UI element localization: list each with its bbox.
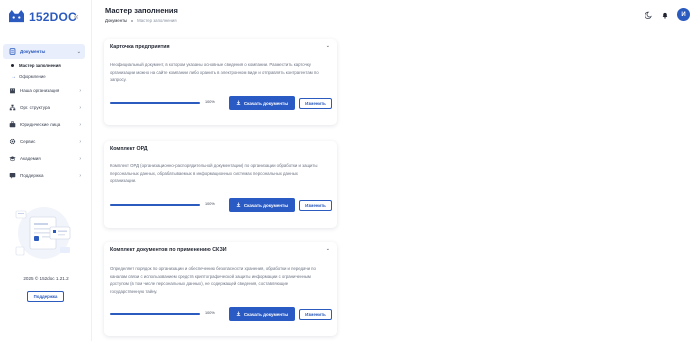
sidebar-item-service[interactable]: Сервис ›	[3, 133, 85, 150]
progress-percent: 100%	[205, 311, 215, 315]
card-skzi-kit: Комплект документов по применению СКЗИ ⌄…	[104, 242, 337, 336]
chevron-right-icon: ›	[79, 172, 81, 179]
card-ord-kit: Комплект ОРД Комплект ОРД (организационн…	[104, 141, 337, 228]
chevron-right-icon: ›	[79, 121, 81, 128]
service-icon	[9, 138, 16, 145]
sidebar-item-documents[interactable]: Документы ⌄	[3, 44, 85, 59]
document-icon	[9, 48, 16, 55]
logo-text: 152DOC	[29, 9, 77, 24]
card-description: Комплект ОРД (организационно-распорядите…	[110, 163, 318, 183]
download-icon	[236, 311, 241, 317]
sidebar-item-org-structure[interactable]: Орг. структура ›	[3, 99, 85, 116]
building-icon	[9, 87, 16, 94]
card-actions: 100% Скачать документы Изменить	[110, 307, 332, 321]
logo[interactable]: 152DOC	[7, 9, 77, 24]
sidebar-item-support[interactable]: Поддержка ›	[3, 167, 85, 184]
documents-illustration	[15, 207, 71, 259]
sidebar-item-label: Академия	[20, 156, 41, 161]
chevron-right-icon: ›	[79, 155, 81, 162]
progress-fill	[110, 313, 200, 315]
card-title: Комплект ОРД	[110, 146, 148, 152]
user-avatar[interactable]: И	[677, 8, 690, 21]
progress-fill	[110, 102, 200, 104]
sidebar-item-academy[interactable]: Академия ›	[3, 150, 85, 167]
academy-icon	[9, 155, 16, 162]
topbar-actions: И	[645, 8, 690, 21]
chevron-right-icon: ›	[79, 104, 81, 111]
download-documents-button[interactable]: Скачать документы	[229, 96, 295, 110]
download-icon	[236, 100, 241, 106]
support-button[interactable]: Поддержка	[27, 291, 64, 302]
card-title: Карточка предприятия	[110, 44, 170, 50]
sidebar-item-label: Наша организация	[20, 88, 60, 93]
breadcrumb-item-current: Мастер заполнения	[137, 18, 177, 23]
breadcrumb-item-documents[interactable]: Документы	[105, 18, 127, 23]
logo-cat-icon	[9, 9, 24, 23]
notification-bell-icon[interactable]	[661, 11, 669, 19]
sidebar-item-label: Сервис	[20, 139, 36, 144]
sidebar-subitem-wizard[interactable]: Мастер заполнения	[3, 60, 85, 71]
download-button-label: Скачать документы	[243, 202, 289, 208]
sidebar-subitem-label: Оформление	[19, 74, 46, 79]
bullet-icon	[11, 64, 14, 67]
sidebar-item-label: Орг. структура	[20, 105, 50, 110]
card-description: Определяет порядок по организации и обес…	[110, 266, 316, 294]
arrow-right-icon: →	[11, 73, 16, 80]
progress-bar	[110, 102, 200, 104]
edit-button[interactable]: Изменить	[299, 98, 332, 109]
breadcrumb: Документы Мастер заполнения	[105, 18, 177, 23]
sidebar-item-legal-entities[interactable]: Юридические лица ›	[3, 116, 85, 133]
edit-button[interactable]: Изменить	[299, 200, 332, 211]
progress-percent: 100%	[205, 202, 215, 206]
org-structure-icon	[9, 104, 16, 111]
chevron-down-icon[interactable]: ⌄	[326, 246, 330, 252]
progress-fill	[110, 204, 200, 206]
progress-bar	[110, 313, 200, 315]
sidebar-subitem-design[interactable]: → Оформление	[3, 71, 85, 82]
theme-moon-icon[interactable]	[645, 11, 653, 19]
edit-button[interactable]: Изменить	[299, 309, 332, 320]
download-documents-button[interactable]: Скачать документы	[229, 307, 295, 321]
sidebar-item-label: Документы	[20, 49, 46, 54]
card-actions: 100% Скачать документы Изменить	[110, 198, 332, 212]
sidebar: 152DOC « Документы ⌄ Мастер заполнения →…	[0, 0, 92, 341]
sidebar-subitem-label: Мастер заполнения	[19, 63, 61, 68]
chevron-right-icon: ›	[79, 87, 81, 94]
sidebar-nav: Документы ⌄ Мастер заполнения → Оформлен…	[3, 44, 85, 184]
sidebar-item-label: Поддержка	[20, 173, 44, 178]
app-version: 2025 © 152doc 1.21.2	[23, 276, 69, 281]
card-title: Комплект документов по применению СКЗИ	[110, 247, 227, 253]
chevron-down-icon[interactable]: ⌄	[326, 43, 330, 49]
progress-percent: 100%	[205, 100, 215, 104]
collapse-sidebar-icon[interactable]: «	[74, 12, 78, 21]
download-button-label: Скачать документы	[243, 311, 289, 317]
legal-entity-icon	[9, 121, 16, 128]
breadcrumb-separator	[131, 19, 134, 22]
download-icon	[236, 202, 241, 208]
card-company-profile: Карточка предприятия ⌄ Неофициальный док…	[104, 39, 337, 125]
chevron-right-icon: ›	[79, 138, 81, 145]
page-title: Мастер заполнения	[105, 6, 178, 15]
card-description: Неофициальный документ, в котором указан…	[110, 62, 319, 82]
download-documents-button[interactable]: Скачать документы	[229, 198, 295, 212]
card-actions: 100% Скачать документы Изменить	[110, 96, 332, 110]
support-icon	[9, 172, 16, 179]
sidebar-item-organization[interactable]: Наша организация ›	[3, 82, 85, 99]
sidebar-item-label: Юридические лица	[20, 122, 61, 127]
chevron-down-icon: ⌄	[76, 48, 81, 55]
download-button-label: Скачать документы	[243, 100, 289, 106]
progress-bar	[110, 204, 200, 206]
